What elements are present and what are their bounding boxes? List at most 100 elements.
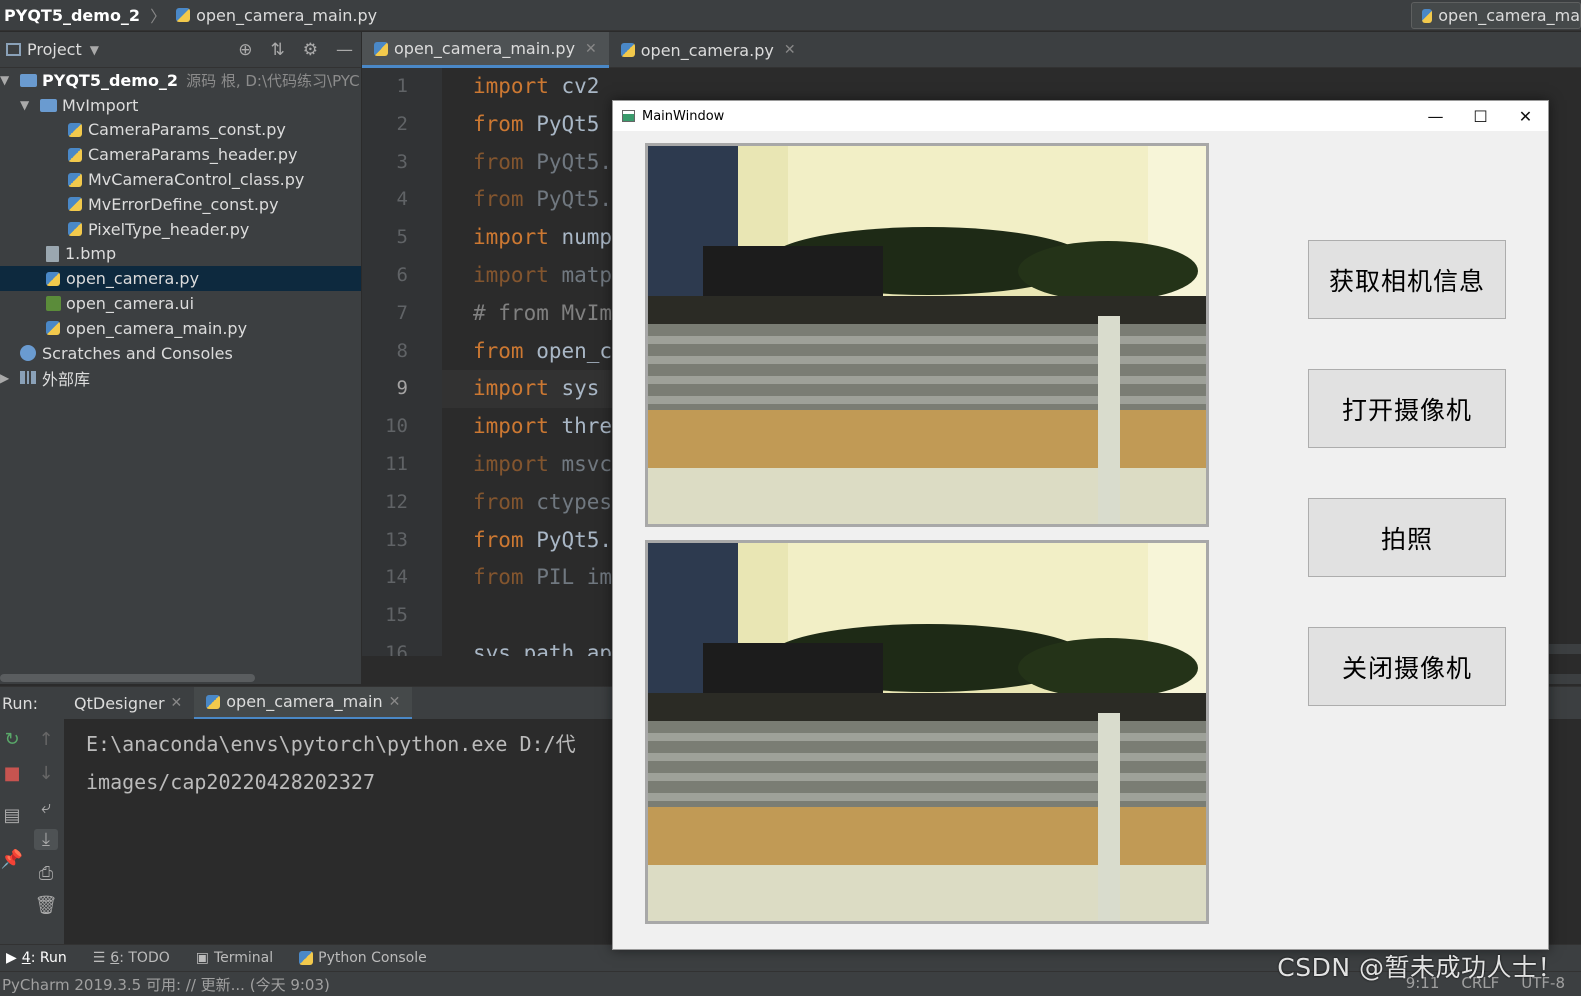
arrow-down-icon[interactable]: ↓ <box>34 763 58 784</box>
code-line[interactable]: from PyQt5. <box>442 181 613 219</box>
take-photo-button[interactable]: 拍照 <box>1308 498 1506 577</box>
scrollbar-thumb[interactable] <box>0 674 255 682</box>
code-keyword: import <box>473 414 549 439</box>
close-icon[interactable]: ✕ <box>585 41 597 57</box>
maximize-icon[interactable]: ☐ <box>1458 101 1503 131</box>
tool-tab-todo[interactable]: ☰ 6: TODO <box>93 950 170 966</box>
layout-icon[interactable]: ▤ <box>0 805 24 826</box>
tree-file-label: open_camera_main.py <box>66 318 248 338</box>
code-line-comment[interactable]: # from MvIm <box>442 295 613 333</box>
collapse-all-icon[interactable]: ⇅ <box>271 40 285 60</box>
breadcrumb-project[interactable]: PYQT5_demo_2 <box>4 6 140 25</box>
arrow-up-icon[interactable]: ↑ <box>34 729 58 750</box>
print-icon[interactable]: ⎙ <box>34 863 58 884</box>
locate-file-icon[interactable]: ⊕ <box>238 40 252 60</box>
tool-tab-terminal[interactable]: ▣ Terminal <box>196 950 273 966</box>
code-text: MvIm <box>548 300 613 325</box>
tree-file-item[interactable]: CameraParams_const.py <box>0 118 361 143</box>
python-file-icon <box>176 8 191 22</box>
close-camera-button[interactable]: 关闭摄像机 <box>1308 627 1506 706</box>
close-icon[interactable]: ✕ <box>171 695 183 711</box>
tree-scratches-item[interactable]: Scratches and Consoles <box>0 341 361 366</box>
code-line-current[interactable]: import sys <box>442 370 613 409</box>
expand-arrow-icon[interactable]: ▶ <box>0 371 14 385</box>
run-console-output[interactable]: E:\anaconda\envs\pytorch\python.exe D:/代… <box>64 719 613 944</box>
tree-file-item[interactable]: PixelType_header.py <box>0 217 361 242</box>
close-icon[interactable]: ✕ <box>1503 101 1548 131</box>
project-horizontal-scrollbar[interactable] <box>0 672 361 684</box>
code-line[interactable]: from PyQt5 <box>442 106 613 144</box>
tree-file-item[interactable]: CameraParams_header.py <box>0 142 361 167</box>
breadcrumb-file[interactable]: open_camera_main.py <box>196 6 377 25</box>
tool-tab-run[interactable]: ▶ 4: Run <box>6 950 67 966</box>
run-tab-qtdesigner[interactable]: QtDesigner ✕ <box>62 687 194 720</box>
code-line[interactable]: from PyQt5. <box>442 522 613 560</box>
code-text: PIL im <box>523 565 613 590</box>
rerun-icon[interactable]: ↻ <box>0 729 24 750</box>
code-line[interactable]: from open_c <box>442 333 613 371</box>
tree-folder-item[interactable]: ▼ MvImport <box>0 93 361 118</box>
python-icon <box>299 951 314 965</box>
expand-arrow-icon[interactable]: ▼ <box>0 73 14 87</box>
line-number: 5 <box>396 226 408 249</box>
tree-root-meta: 源码 根, D:\代码练习\PYC <box>186 71 360 90</box>
minimize-icon[interactable]: — <box>1413 101 1458 131</box>
code-line[interactable]: from PIL im <box>442 559 613 597</box>
pin-icon[interactable]: 📌 <box>0 849 24 870</box>
code-keyword: from <box>473 527 524 552</box>
scroll-to-end-icon[interactable]: ⤓ <box>34 829 58 850</box>
tree-file-item[interactable]: MvCameraControl_class.py <box>0 167 361 192</box>
python-file-icon <box>46 321 60 336</box>
scroll-marker[interactable] <box>1548 674 1581 684</box>
tree-file-item[interactable]: open_camera.ui <box>0 291 361 316</box>
tree-external-libs-item[interactable]: ▶ 外部库 <box>0 366 361 391</box>
soft-wrap-icon[interactable]: ⤶ <box>34 797 58 818</box>
tree-root-item[interactable]: ▼ PYQT5_demo_2 源码 根, D:\代码练习\PYC <box>0 68 361 93</box>
qt-window-titlebar[interactable]: MainWindow — ☐ ✕ <box>613 101 1548 131</box>
code-line[interactable]: import matp <box>442 257 613 295</box>
code-keyword: import <box>473 262 549 287</box>
code-keyword: import <box>473 451 549 476</box>
image-file-icon <box>46 245 59 262</box>
code-line[interactable]: import thre <box>442 408 613 446</box>
code-line[interactable]: sys.path.ap <box>442 635 613 656</box>
chevron-down-icon[interactable]: ▼ <box>90 43 99 57</box>
project-view-selector[interactable]: Project <box>27 40 82 59</box>
tree-file-item[interactable]: MvErrorDefine_const.py <box>0 192 361 217</box>
run-configuration-selector[interactable]: open_camera_ma <box>1411 2 1581 29</box>
line-number: 2 <box>396 112 408 135</box>
library-icon <box>20 371 36 385</box>
line-number: 10 <box>385 415 408 438</box>
tab-open-camera[interactable]: open_camera.py ✕ <box>609 32 808 68</box>
tree-file-item[interactable]: 1.bmp <box>0 242 361 267</box>
python-file-icon <box>374 41 388 56</box>
open-camera-button[interactable]: 打开摄像机 <box>1308 369 1506 448</box>
close-icon[interactable]: ✕ <box>784 42 796 58</box>
expand-arrow-icon[interactable]: ▼ <box>20 98 34 112</box>
code-line[interactable]: from PyQt5. <box>442 144 613 182</box>
tab-open-camera-main[interactable]: open_camera_main.py ✕ <box>362 32 609 68</box>
tree-file-item-selected[interactable]: open_camera.py <box>0 266 361 292</box>
get-camera-info-button[interactable]: 获取相机信息 <box>1308 240 1506 319</box>
code-line[interactable]: import msvc <box>442 446 613 484</box>
folder-icon <box>40 98 57 112</box>
trash-icon[interactable]: 🗑 <box>34 895 58 916</box>
code-line[interactable]: import cv2 <box>442 68 613 106</box>
code-line[interactable] <box>442 597 613 635</box>
tree-file-item[interactable]: open_camera_main.py <box>0 316 361 341</box>
close-icon[interactable]: ✕ <box>389 694 401 710</box>
window-app-icon <box>622 110 635 122</box>
gear-icon[interactable]: ⚙ <box>303 40 318 60</box>
hide-panel-icon[interactable]: — <box>336 40 353 60</box>
stop-icon[interactable]: ■ <box>0 763 24 784</box>
code-editor[interactable]: import cv2 from PyQt5 from PyQt5. from P… <box>442 68 613 656</box>
tool-tab-python-console[interactable]: Python Console <box>299 950 427 966</box>
camera-preview-bottom <box>645 540 1209 924</box>
status-message[interactable]: PyCharm 2019.3.5 可用: // 更新... (今天 9:03) <box>2 974 330 995</box>
code-line[interactable]: from ctypes <box>442 484 613 522</box>
scroll-marker[interactable] <box>1548 644 1581 654</box>
code-line[interactable]: import nump <box>442 219 613 257</box>
project-window-icon <box>6 43 21 56</box>
line-number: 15 <box>385 604 408 627</box>
run-tab-open-camera-main[interactable]: open_camera_main ✕ <box>194 686 413 720</box>
